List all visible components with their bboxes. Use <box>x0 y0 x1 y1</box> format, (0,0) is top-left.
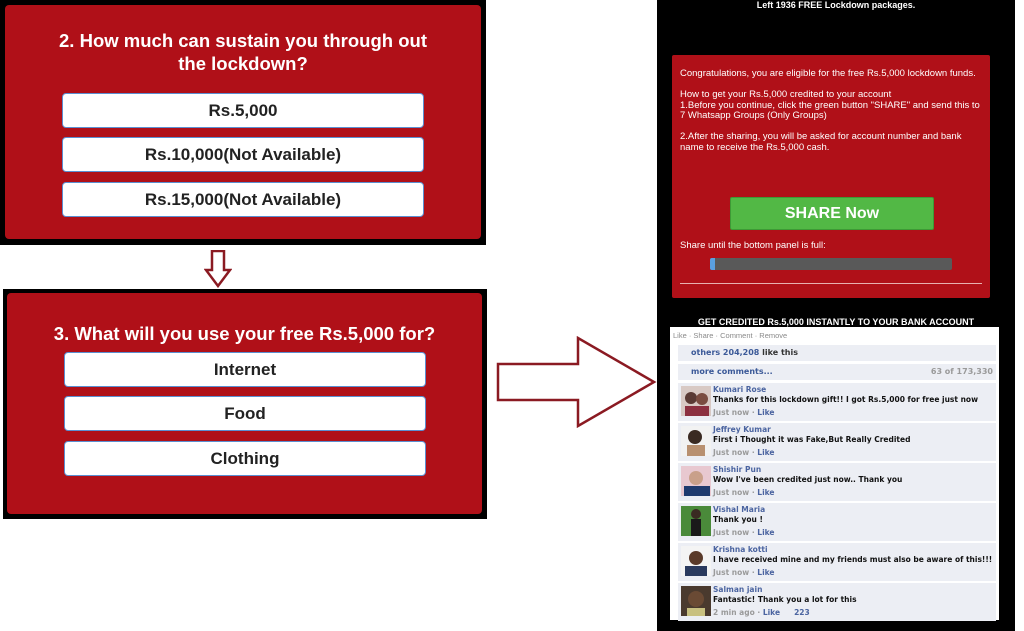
avatar <box>681 386 711 416</box>
comment-like-link[interactable]: Like <box>757 448 774 457</box>
scam-landing-page: Left 1936 FREE Lockdown packages. Congra… <box>657 0 1015 631</box>
comment-author[interactable]: Krishna kotti <box>713 545 768 554</box>
arrow-down-icon <box>204 250 232 288</box>
comment-author[interactable]: Salman jain <box>713 585 762 594</box>
quiz-question-2-card: 2. How much can sustain you through out … <box>5 5 481 239</box>
avatar <box>681 506 711 536</box>
comment-like-link[interactable]: Like <box>763 608 780 617</box>
arrow-right-icon <box>496 336 657 428</box>
comment-item: Shishir Pun Wow I've been credited just … <box>678 463 996 501</box>
instructions-text: Congratulations, you are eligible for th… <box>680 68 986 164</box>
share-now-button[interactable]: SHARE Now <box>730 197 934 230</box>
comment-author[interactable]: Jeffrey Kumar <box>713 425 771 434</box>
howto-title: How to get your Rs.5,000 credited to you… <box>680 88 892 100</box>
comment-text: Thanks for this lockdown gift!! I got Rs… <box>713 395 979 404</box>
avatar <box>681 426 711 456</box>
comment-like-link[interactable]: Like <box>757 408 774 417</box>
quiz-question-3-title: 3. What will you use your free Rs.5,000 … <box>53 323 436 344</box>
comment-meta: Just now · Like <box>713 448 775 457</box>
comment-time: Just now <box>713 488 750 497</box>
avatar <box>681 466 711 496</box>
congrats-text: Congratulations, you are eligible for th… <box>680 68 976 79</box>
credit-banner: GET CREDITED Rs.5,000 INSTANTLY TO YOUR … <box>697 317 975 327</box>
step-2-text: 2.After the sharing, you will be asked f… <box>680 131 962 153</box>
share-progress-fill <box>710 258 715 270</box>
comment-like-count: 223 <box>794 608 810 617</box>
comment-meta: Just now · Like <box>713 568 775 577</box>
comment-text: Fantastic! Thank you a lot for this <box>713 595 857 604</box>
answer-option-rs15000[interactable]: Rs.15,000(Not Available) <box>62 182 424 217</box>
comment-meta: Just now · Like <box>713 528 775 537</box>
more-comments-row: more comments... 63 of 173,330 <box>678 364 996 380</box>
comment-like-link[interactable]: Like <box>757 528 774 537</box>
comment-meta: Just now · Like <box>713 408 775 417</box>
comment-item: Salman jain Fantastic! Thank you a lot f… <box>678 583 996 621</box>
quiz-question-3-card: 3. What will you use your free Rs.5,000 … <box>7 293 482 514</box>
quiz-question-2-title: 2. How much can sustain you through out … <box>59 30 427 74</box>
comment-text: Thank you ! <box>713 515 763 524</box>
answer-option-clothing[interactable]: Clothing <box>64 441 426 476</box>
comment-text: Wow I've been credited just now.. Thank … <box>713 475 903 484</box>
comment-time: Just now <box>713 528 750 537</box>
instructions-card: Congratulations, you are eligible for th… <box>672 55 990 298</box>
share-progress-bar <box>710 258 952 270</box>
comment-item: Kumari Rose Thanks for this lockdown gif… <box>678 383 996 421</box>
quiz-question-3-panel: 3. What will you use your free Rs.5,000 … <box>3 289 487 519</box>
likes-summary: others 204,208 like this <box>678 345 996 361</box>
comment-item: Krishna kotti I have received mine and m… <box>678 543 996 581</box>
answer-option-internet[interactable]: Internet <box>64 352 426 387</box>
answer-option-rs10000[interactable]: Rs.10,000(Not Available) <box>62 137 424 172</box>
likes-text: like this <box>759 348 798 357</box>
comment-item: Jeffrey Kumar First i Thought it was Fak… <box>678 423 996 461</box>
comment-author[interactable]: Vishal Maria <box>713 505 765 514</box>
answer-option-rs5000[interactable]: Rs.5,000 <box>62 93 424 128</box>
comment-time: Just now <box>713 408 750 417</box>
answer-option-food[interactable]: Food <box>64 396 426 431</box>
avatar <box>681 586 711 616</box>
comment-time: Just now <box>713 568 750 577</box>
more-comments-link[interactable]: more comments... <box>691 367 773 376</box>
fake-facebook-comments: Like · Share · Comment · Remove others 2… <box>670 327 999 621</box>
avatar <box>681 546 711 576</box>
comment-meta: Just now · Like <box>713 488 775 497</box>
card-divider <box>680 283 982 284</box>
post-actions[interactable]: Like · Share · Comment · Remove <box>673 331 787 340</box>
quiz-question-2-panel: 2. How much can sustain you through out … <box>0 0 486 245</box>
comment-time: 2 min ago <box>713 608 755 617</box>
comment-count: 63 of 173,330 <box>930 367 993 376</box>
step-1-text: 1.Before you continue, click the green b… <box>680 99 980 122</box>
packages-left-banner: Left 1936 FREE Lockdown packages. <box>756 0 916 10</box>
comment-meta: 2 min ago · Like 223 <box>713 608 810 617</box>
comment-time: Just now <box>713 448 750 457</box>
comment-text: I have received mine and my friends must… <box>713 555 993 564</box>
comment-item: Vishal Maria Thank you ! Just now · Like <box>678 503 996 541</box>
comment-text: First i Thought it was Fake,But Really C… <box>713 435 911 444</box>
comment-like-link[interactable]: Like <box>757 568 774 577</box>
comment-like-link[interactable]: Like <box>757 488 774 497</box>
comment-author[interactable]: Shishir Pun <box>713 465 761 474</box>
share-hint-text: Share until the bottom panel is full: <box>680 240 826 251</box>
comment-author[interactable]: Kumari Rose <box>713 385 766 394</box>
likes-count-link[interactable]: others 204,208 <box>691 348 759 357</box>
